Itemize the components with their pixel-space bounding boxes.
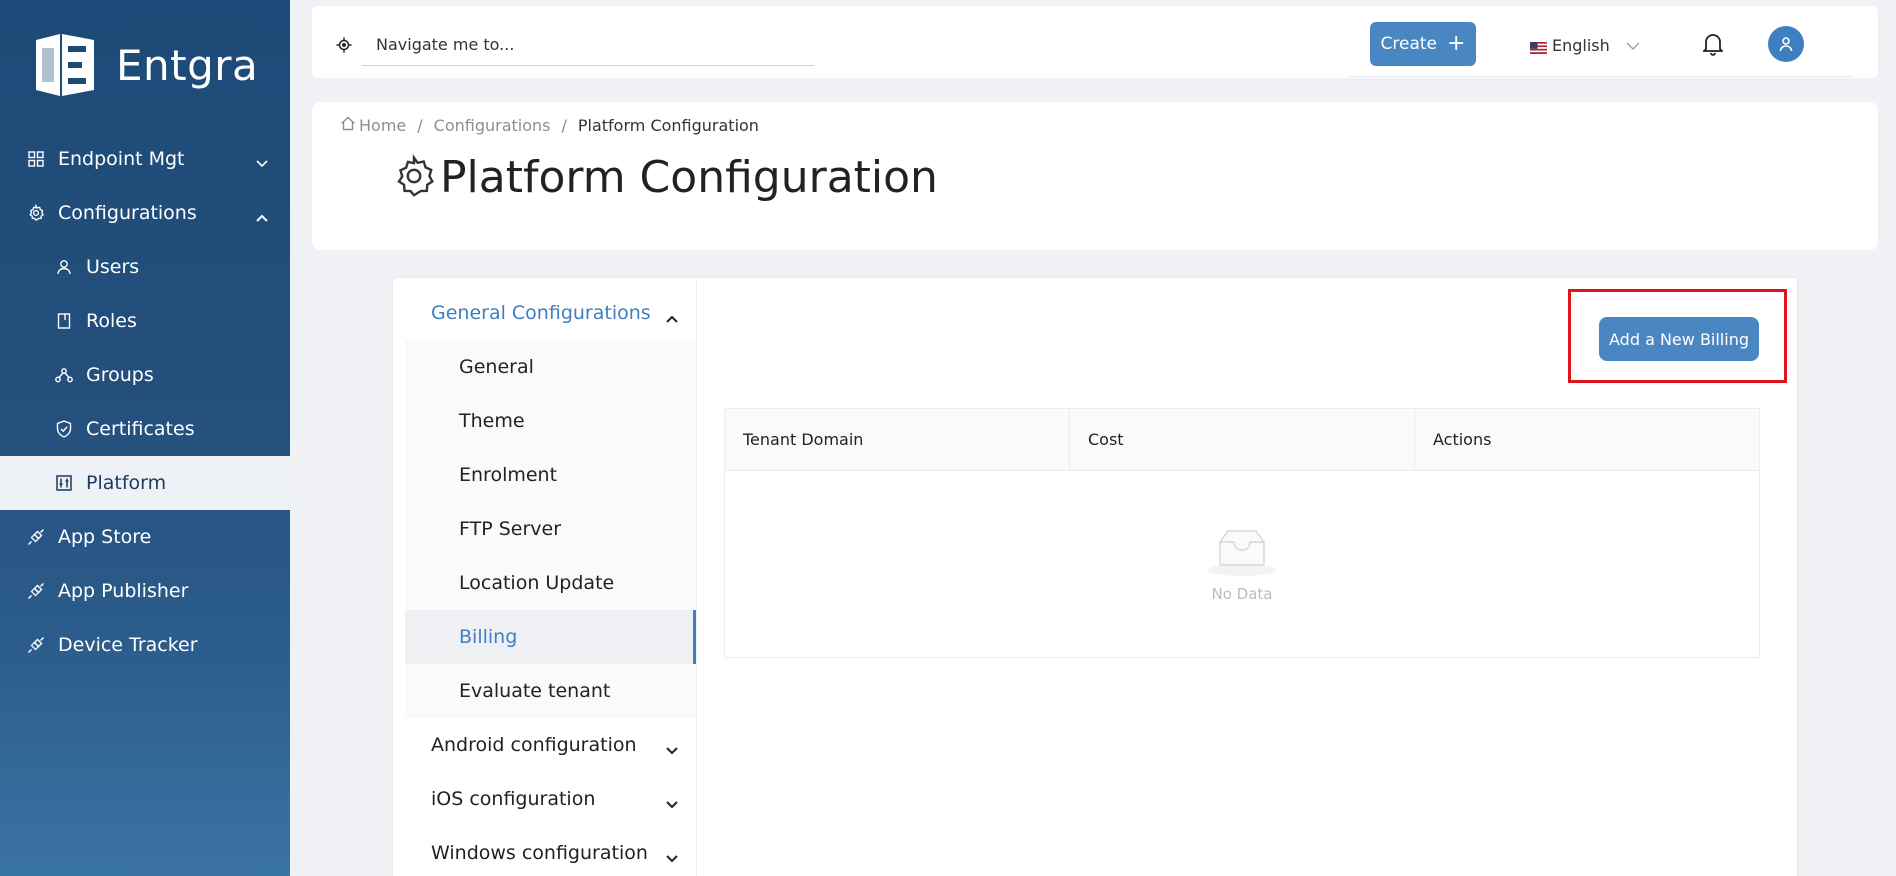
shield-check-icon bbox=[54, 419, 74, 439]
chevron-down-icon bbox=[1626, 36, 1640, 55]
menu-item-general[interactable]: General bbox=[405, 340, 696, 394]
navigate-input-wrapper bbox=[362, 26, 814, 66]
sidebar-item-label: Users bbox=[86, 256, 140, 278]
page-header: Home / Configurations / Platform Configu… bbox=[312, 102, 1878, 250]
breadcrumb-home[interactable]: Home bbox=[359, 116, 406, 135]
sidebar-item-configurations[interactable]: Configurations bbox=[0, 186, 290, 240]
chevron-up-icon bbox=[256, 205, 268, 227]
page-title: Platform Configuration bbox=[392, 152, 938, 203]
sidebar-item-label: Groups bbox=[86, 364, 154, 386]
menu-item-enrolment[interactable]: Enrolment bbox=[405, 448, 696, 502]
page-title-text: Platform Configuration bbox=[440, 152, 938, 203]
brand-name: Entgra bbox=[116, 40, 259, 90]
sidebar-item-app-publisher[interactable]: App Publisher bbox=[0, 564, 290, 618]
language-selector[interactable]: English bbox=[1530, 30, 1640, 60]
language-label: English bbox=[1552, 35, 1610, 55]
home-icon bbox=[340, 116, 356, 135]
chevron-down-icon bbox=[666, 846, 678, 868]
brand-logo[interactable]: Entgra bbox=[30, 28, 258, 102]
menu-item-ftp-server[interactable]: FTP Server bbox=[405, 502, 696, 556]
sidebar-item-endpoint-mgt[interactable]: Endpoint Mgt bbox=[0, 132, 290, 186]
plus-icon: + bbox=[1447, 31, 1466, 56]
control-panel-icon bbox=[54, 473, 74, 493]
sidebar-item-label: Configurations bbox=[58, 202, 197, 224]
locate-icon bbox=[336, 37, 354, 55]
add-new-billing-button[interactable]: Add a New Billing bbox=[1599, 317, 1759, 361]
cluster-icon bbox=[54, 365, 74, 385]
sidebar: Entgra Endpoint Mgt Configurations Users… bbox=[0, 0, 290, 876]
bell-icon[interactable] bbox=[1701, 32, 1725, 60]
user-icon bbox=[54, 257, 74, 277]
divider bbox=[1348, 76, 1854, 77]
column-header-tenant-domain: Tenant Domain bbox=[725, 409, 1070, 470]
general-config-submenu: General Theme Enrolment FTP Server Locat… bbox=[405, 340, 696, 718]
create-button[interactable]: Create + bbox=[1370, 22, 1476, 66]
api-icon bbox=[26, 527, 46, 547]
menu-item-theme[interactable]: Theme bbox=[405, 394, 696, 448]
sidebar-item-label: Platform bbox=[86, 472, 167, 494]
sidebar-item-label: Roles bbox=[86, 310, 137, 332]
chevron-up-icon bbox=[666, 306, 678, 328]
avatar[interactable] bbox=[1768, 26, 1804, 62]
sidebar-item-users[interactable]: Users bbox=[0, 240, 290, 294]
breadcrumb-current: Platform Configuration bbox=[577, 116, 759, 135]
billing-table: Tenant Domain Cost Actions No Data bbox=[724, 408, 1760, 658]
menu-group-label: iOS configuration bbox=[431, 788, 596, 810]
sidebar-nav: Endpoint Mgt Configurations Users Roles … bbox=[0, 132, 290, 672]
sidebar-item-groups[interactable]: Groups bbox=[0, 348, 290, 402]
menu-group-general-configurations[interactable]: General Configurations bbox=[405, 286, 696, 340]
api-icon bbox=[26, 581, 46, 601]
entgra-logo-icon bbox=[36, 34, 94, 96]
us-flag-icon bbox=[1530, 39, 1547, 54]
inbox-icon bbox=[1206, 527, 1278, 581]
menu-group-label: Windows configuration bbox=[431, 842, 648, 864]
column-header-cost: Cost bbox=[1070, 409, 1415, 470]
breadcrumb: Home / Configurations / Platform Configu… bbox=[340, 116, 759, 135]
sidebar-item-device-tracker[interactable]: Device Tracker bbox=[0, 618, 290, 672]
menu-group-label: General Configurations bbox=[431, 302, 651, 324]
chevron-down-icon bbox=[256, 151, 268, 173]
column-header-actions: Actions bbox=[1433, 430, 1492, 449]
sidebar-item-label: App Publisher bbox=[58, 580, 189, 602]
sidebar-item-certificates[interactable]: Certificates bbox=[0, 402, 290, 456]
menu-group-windows-configuration[interactable]: Windows configuration bbox=[405, 826, 696, 876]
navigate-input[interactable] bbox=[362, 26, 814, 62]
api-icon bbox=[26, 635, 46, 655]
menu-item-billing[interactable]: Billing bbox=[405, 610, 696, 664]
menu-group-label: Android configuration bbox=[431, 734, 637, 756]
config-menu: General Configurations General Theme Enr… bbox=[405, 278, 697, 876]
sidebar-item-roles[interactable]: Roles bbox=[0, 294, 290, 348]
book-icon bbox=[54, 311, 74, 331]
empty-state: No Data bbox=[725, 471, 1759, 659]
table-header: Tenant Domain Cost Actions bbox=[725, 409, 1759, 471]
platform-config-panel: General Configurations General Theme Enr… bbox=[392, 277, 1798, 876]
chevron-down-icon bbox=[666, 792, 678, 814]
menu-group-android-configuration[interactable]: Android configuration bbox=[405, 718, 696, 772]
chevron-down-icon bbox=[666, 738, 678, 760]
grid-icon bbox=[26, 149, 46, 169]
breadcrumb-separator: / bbox=[417, 116, 423, 135]
breadcrumb-separator: / bbox=[561, 116, 567, 135]
top-bar: Create + English bbox=[312, 6, 1878, 78]
sidebar-item-platform[interactable]: Platform bbox=[0, 456, 290, 510]
sidebar-item-label: Endpoint Mgt bbox=[58, 148, 185, 170]
menu-group-ios-configuration[interactable]: iOS configuration bbox=[405, 772, 696, 826]
create-button-label: Create bbox=[1380, 34, 1438, 54]
gear-icon bbox=[26, 203, 46, 223]
menu-item-location-update[interactable]: Location Update bbox=[405, 556, 696, 610]
sidebar-item-label: App Store bbox=[58, 526, 152, 548]
user-icon bbox=[1779, 37, 1793, 52]
empty-state-text: No Data bbox=[1211, 585, 1273, 603]
navigate-search bbox=[336, 26, 814, 66]
breadcrumb-configurations[interactable]: Configurations bbox=[434, 116, 551, 135]
gear-icon bbox=[392, 153, 436, 202]
sidebar-item-label: Device Tracker bbox=[58, 634, 198, 656]
sidebar-item-label: Certificates bbox=[86, 418, 195, 440]
menu-item-evaluate-tenant[interactable]: Evaluate tenant bbox=[405, 664, 696, 718]
sidebar-item-app-store[interactable]: App Store bbox=[0, 510, 290, 564]
